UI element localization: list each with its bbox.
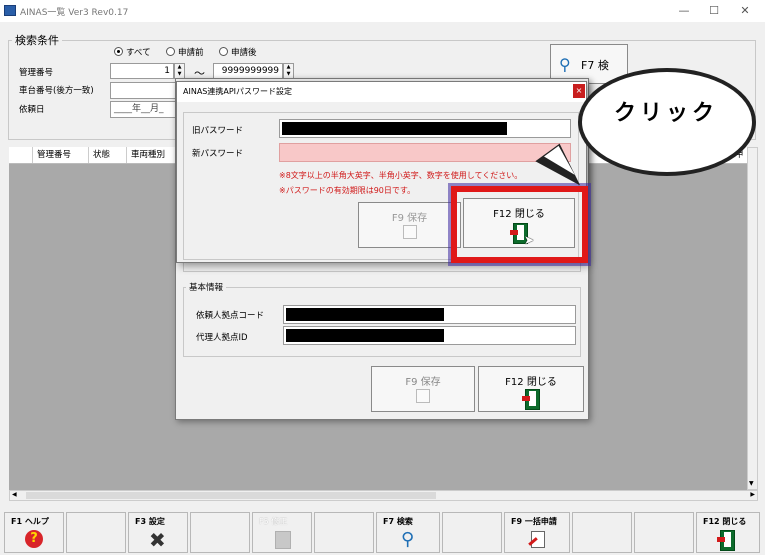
radio-all-label: すべて [126,48,151,58]
shadai-label: 車台番号(後方一致) [19,86,94,96]
scroll-left-arrow[interactable]: ◀ [12,491,17,498]
redaction-bar [286,329,444,342]
bulk-apply-icon [528,531,545,548]
radio-after-apply-label: 申請後 [231,48,257,58]
mouse-cursor-icon: ➤ [524,233,535,247]
redaction-bar [282,122,507,135]
redaction-bar [286,308,444,321]
fkey-f9-bulk-apply[interactable]: F9 一括申請 [504,512,570,553]
dairi-id-label: 代理人拠点ID [196,333,248,343]
exit-door-icon [717,530,735,551]
f7-search-label: F7 検 [581,59,609,72]
grid-row-header [9,147,33,163]
horizontal-scrollbar[interactable]: ◀ ▶ [9,490,758,501]
kanri-to-spinner[interactable]: ▲ ▼ [283,63,294,79]
old-password-label: 旧パスワード [192,126,244,136]
search-conditions-title: 検索条件 [12,32,62,48]
shadai-input[interactable] [110,82,180,99]
fkey-f3-settings[interactable]: F3 設定 ✖ [128,512,188,553]
scroll-thumb[interactable] [26,492,436,499]
kanri-from-spinner[interactable]: ▲ ▼ [174,63,185,79]
password-dialog-title: AINAS連携APIパスワード設定 [183,87,293,96]
vertical-scrollbar[interactable]: ▼ [747,147,758,490]
password-expiry-note: ※パスワードの有効期限は90日です。 [279,186,416,195]
save-icon [403,225,417,239]
title-bar: AINAS一覧 Ver3 Rev0.17 — ☐ ✕ [0,0,765,22]
column-kanri[interactable]: 管理番号 [33,147,89,163]
outer-close-label: F12 閉じる [505,377,557,388]
password-dialog-close-x[interactable]: × [573,84,585,98]
pw-close-label: F12 閉じる [493,209,545,220]
fkey-f1-help[interactable]: F1 ヘルプ ? [4,512,64,553]
fkey-f2[interactable] [66,512,126,553]
kanri-to-input[interactable]: 9999999999 [213,63,283,79]
old-password-input[interactable] [279,119,571,138]
irai-code-label: 依頼人拠点コード [196,311,265,321]
dairi-id-input[interactable] [283,326,576,345]
scroll-right-arrow[interactable]: ▶ [750,491,755,498]
new-password-input[interactable] [279,143,571,162]
radio-before-apply-label: 申請前 [178,48,204,58]
irai-date-label: 依頼日 [19,105,45,115]
app-icon [4,5,16,16]
radio-all[interactable] [114,47,123,56]
exit-door-icon [522,389,540,410]
search-icon: ⚲ [401,529,415,550]
kanri-label: 管理番号 [19,68,54,78]
edit-icon [275,531,291,549]
fkey-f11[interactable] [634,512,694,553]
callout-text: クリック [613,101,718,126]
fkey-f6[interactable] [314,512,374,553]
fkey-f5-edit[interactable]: F5 修正 [252,512,312,553]
scroll-down-arrow[interactable]: ▼ [749,480,754,487]
outer-save-button[interactable]: F9 保存 [371,366,475,412]
irai-date-input[interactable]: ____年__月_ [110,101,180,118]
settings-tools-icon: ✖ [149,528,166,552]
new-password-label: 新パスワード [192,149,244,159]
radio-before-apply[interactable] [166,47,175,56]
irai-code-input[interactable] [283,305,576,324]
outer-save-label: F9 保存 [405,377,441,388]
pw-save-label: F9 保存 [391,213,428,224]
fkey-f7-search[interactable]: F7 検索 ⚲ [376,512,440,553]
radio-after-apply[interactable] [219,47,228,56]
password-rule-note: ※8文字以上の半角大英字、半角小英字、数字を使用してください。 [279,171,523,180]
fkey-f4[interactable] [190,512,250,553]
save-icon [416,389,430,403]
pw-close-button[interactable]: F12 閉じる ➤ [463,198,575,248]
column-status[interactable]: 状態 [89,147,127,163]
outer-close-button[interactable]: F12 閉じる [478,366,584,412]
fkey-f8[interactable] [442,512,502,553]
fkey-f10[interactable] [572,512,632,553]
help-icon: ? [25,530,43,548]
password-dialog-titlebar: AINAS連携APIパスワード設定 × [177,82,586,102]
pw-save-button[interactable]: F9 保存 [358,202,461,248]
kanri-from-input[interactable]: 1 [110,63,174,79]
magnifier-icon: ⚲ [559,55,571,74]
window-title: AINAS一覧 Ver3 Rev0.17 [20,8,129,18]
close-window-button[interactable]: ✕ [725,3,765,19]
fkey-f12-close[interactable]: F12 閉じる [696,512,760,553]
kihon-title: 基本情報 [186,281,227,293]
